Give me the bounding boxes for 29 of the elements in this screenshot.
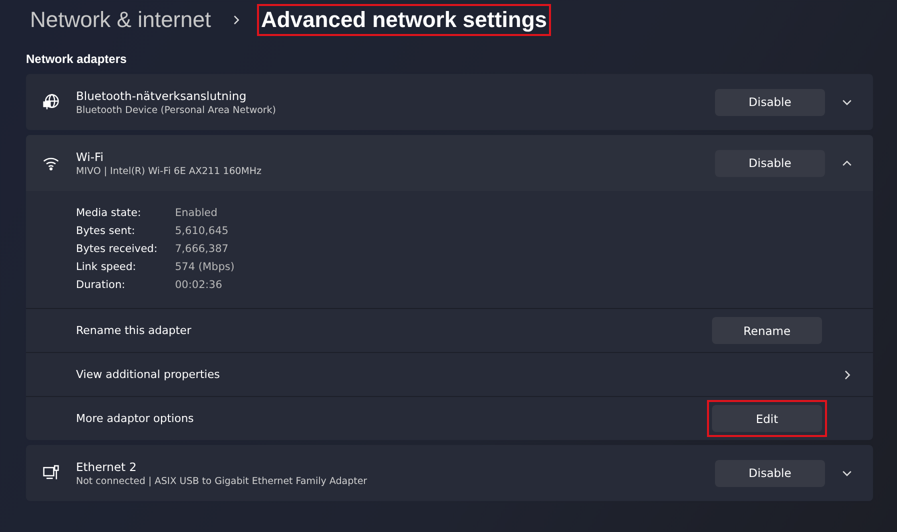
adapter-name: Ethernet 2	[76, 460, 138, 474]
adapter-name: Wi-Fi	[76, 150, 104, 164]
adapter-description: Not connected | ASIX USB to Gigabit Ethernet Family Adapter	[76, 476, 368, 486]
ethernet-icon	[42, 464, 60, 482]
breadcrumb-link[interactable]: Network & internet	[26, 4, 215, 36]
globe-icon	[42, 93, 60, 111]
option-button[interactable]: Edit	[712, 405, 822, 432]
option-button[interactable]: Rename	[712, 317, 822, 344]
detail-label: Link speed:	[76, 261, 138, 273]
adapter-name: Bluetooth-nätverksanslutning	[76, 88, 248, 102]
detail-label: Duration:	[76, 279, 126, 291]
section-title: Network adapters	[26, 52, 128, 66]
option-label: Rename this adapter	[76, 324, 192, 337]
detail-label: Media state:	[76, 207, 142, 219]
detail-label: Bytes received:	[76, 243, 158, 255]
detail-value: Enabled	[175, 207, 218, 219]
disable-button[interactable]: Disable	[715, 460, 825, 486]
detail-label: Bytes sent:	[76, 225, 136, 237]
adapter-description: MIVO | Intel(R) Wi-Fi 6E AX211 160MHz	[76, 166, 262, 176]
option-label: More adaptor options	[76, 412, 195, 425]
detail-value: 7,666,387	[175, 243, 230, 255]
page-title: Advanced network settings	[256, 4, 552, 36]
detail-value: 5,610,645	[175, 225, 230, 237]
option-link[interactable]: View additional properties	[76, 368, 825, 381]
adapter-description: Bluetooth Device (Personal Area Network)	[76, 104, 278, 116]
disable-button[interactable]: Disable	[715, 88, 825, 116]
disable-button[interactable]: Disable	[715, 150, 825, 176]
detail-value: 574 (Mbps)	[175, 261, 236, 273]
detail-value: 00:02:36	[175, 279, 224, 291]
